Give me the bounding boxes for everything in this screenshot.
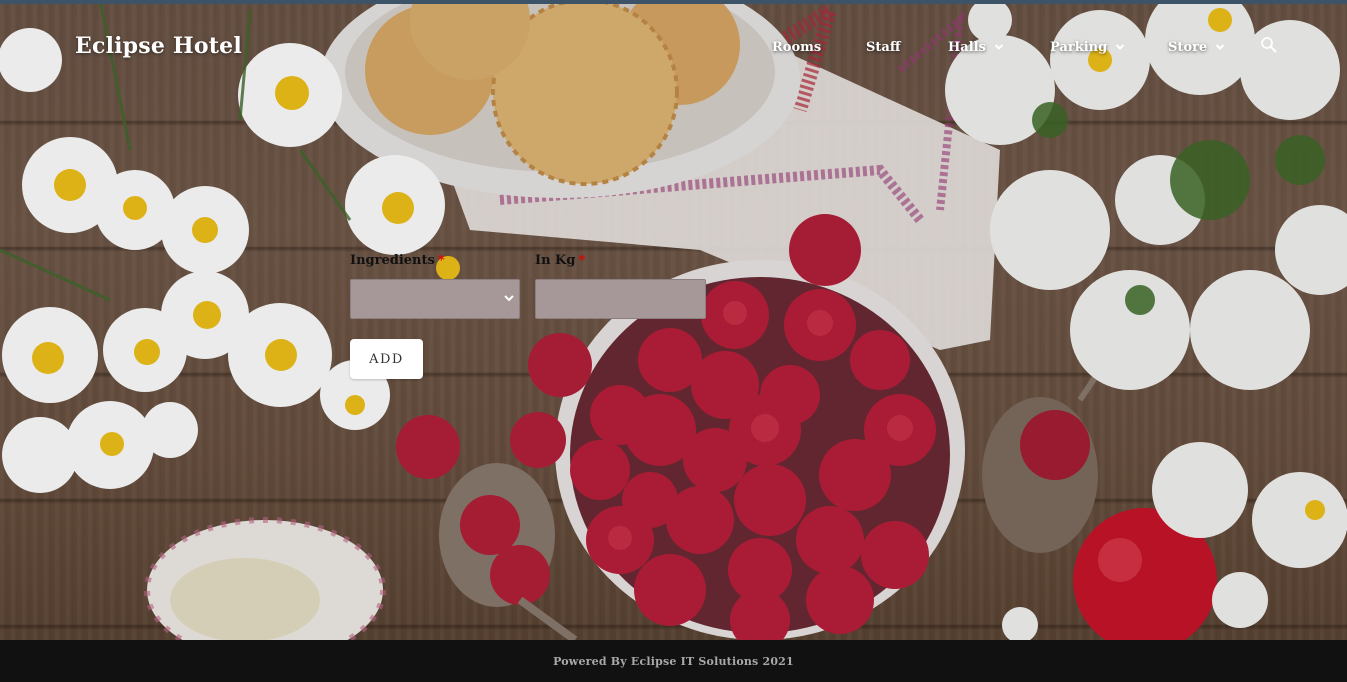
ingredients-label-text: Ingredients: [350, 253, 435, 268]
search-icon[interactable]: [1260, 36, 1278, 54]
chevron-down-icon: [994, 44, 1004, 50]
required-marker: *: [578, 253, 586, 268]
footer-text: Powered By Eclipse IT Solutions 2021: [553, 654, 794, 668]
nav-item-staff[interactable]: Staff: [866, 37, 901, 57]
nav-item-label: Parking: [1050, 39, 1108, 55]
nav-item-store[interactable]: Store: [1168, 37, 1225, 57]
chevron-down-icon: [1115, 44, 1125, 50]
nav-item-label: Halls: [948, 39, 986, 55]
footer: Powered By Eclipse IT Solutions 2021: [0, 640, 1347, 682]
background-photo: [0, 0, 1347, 640]
ingredients-label: Ingredients *: [350, 253, 445, 268]
kg-label: In Kg *: [535, 253, 585, 268]
nav-item-label: Rooms: [772, 39, 822, 55]
chevron-down-icon: [1215, 44, 1225, 50]
nav-item-rooms[interactable]: Rooms: [772, 37, 821, 57]
add-button[interactable]: ADD: [350, 339, 423, 379]
required-marker: *: [437, 253, 445, 268]
top-accent-strip: [0, 0, 1347, 4]
ingredients-select[interactable]: [350, 279, 520, 319]
nav-item-halls[interactable]: Halls: [948, 37, 1004, 57]
kg-label-text: In Kg: [535, 253, 576, 268]
nav-item-label: Store: [1168, 39, 1208, 55]
nav-item-parking[interactable]: Parking: [1050, 37, 1125, 57]
kg-input[interactable]: [535, 279, 706, 319]
brand-title[interactable]: Eclipse Hotel: [75, 33, 242, 59]
nav-item-label: Staff: [866, 39, 901, 55]
